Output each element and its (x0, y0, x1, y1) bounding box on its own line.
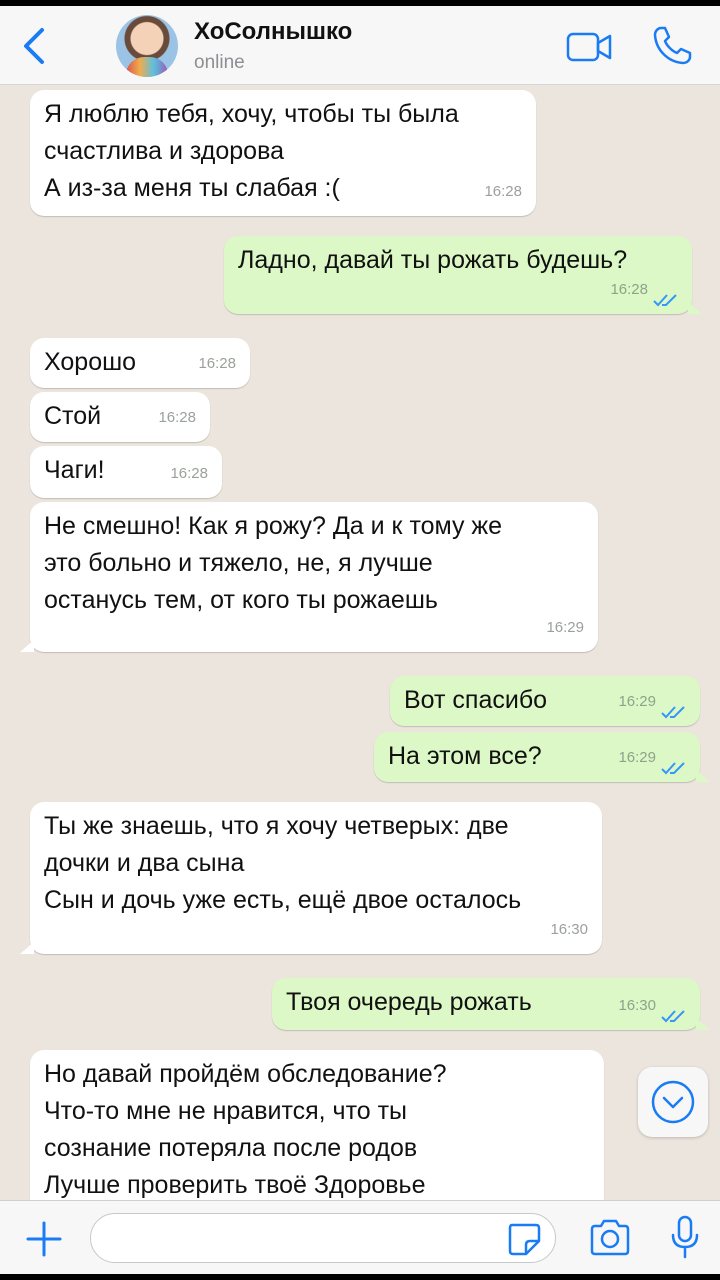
double-check-icon (661, 706, 685, 719)
bubble-tail (696, 1018, 710, 1030)
chevron-down-circle-icon (651, 1080, 695, 1124)
message-list[interactable]: Я люблю тебя, хочу, чтобы ты была счастл… (0, 84, 720, 1200)
video-call-icon (566, 32, 612, 62)
contact-avatar[interactable] (116, 15, 178, 77)
bubble-tail (696, 770, 710, 782)
bubble-tail (688, 302, 702, 314)
contact-status: online (194, 52, 245, 73)
message-text: Я люблю тебя, хочу, чтобы ты была счастл… (44, 100, 459, 202)
message-time: 16:28 (170, 465, 208, 482)
message-bubble-incoming[interactable]: Я люблю тебя, хочу, чтобы ты была счастл… (30, 90, 536, 216)
microphone-icon (671, 1215, 699, 1259)
message-time: 16:29 (546, 619, 584, 636)
message-time: 16:28 (158, 409, 196, 426)
message-text: Ты же знаешь, что я хочу четверых: две д… (44, 812, 522, 914)
message-time: 16:30 (618, 997, 656, 1014)
message-bubble-outgoing[interactable]: Вот спасибо 16:29 (390, 676, 700, 726)
contact-name[interactable]: ХоСолнышко (194, 18, 352, 46)
bubble-tail (20, 640, 34, 652)
message-bubble-incoming[interactable]: Хорошо 16:28 (30, 338, 250, 388)
double-check-icon (661, 762, 685, 775)
microphone-button[interactable] (670, 1215, 700, 1259)
sticker-button[interactable] (506, 1221, 542, 1257)
message-time: 16:28 (610, 281, 648, 298)
message-time: 16:28 (484, 183, 522, 200)
double-check-icon (653, 294, 677, 307)
voice-call-button[interactable] (650, 24, 694, 68)
bubble-tail (20, 942, 34, 954)
chat-screen: ХоСолнышко online Я люблю тебя, хочу, чт… (0, 6, 720, 1274)
video-call-button[interactable] (566, 30, 614, 64)
message-bubble-incoming[interactable]: Ты же знаешь, что я хочу четверых: две д… (20, 802, 602, 954)
camera-button[interactable] (588, 1219, 632, 1257)
message-bubble-incoming[interactable]: Стой 16:28 (30, 392, 210, 442)
message-input[interactable] (90, 1213, 556, 1263)
avatar-shirt (126, 57, 168, 77)
back-button[interactable] (18, 26, 52, 66)
message-bubble-outgoing[interactable]: Ладно, давай ты рожать будешь? 16:28 (224, 236, 702, 314)
message-text: Но давай пройдём обследование? Что-то мн… (44, 1060, 447, 1199)
message-time: 16:29 (618, 749, 656, 766)
message-text: Не смешно! Как я рожу? Да и к тому же эт… (44, 512, 503, 614)
scroll-to-bottom-button[interactable] (638, 1067, 708, 1137)
phone-icon (653, 26, 692, 65)
message-time: 16:29 (618, 693, 656, 710)
message-bubble-incoming[interactable]: Но давай пройдём обследование? Что-то мн… (30, 1050, 604, 1200)
message-bubble-incoming[interactable]: Чаги! 16:28 (30, 446, 222, 498)
plus-icon (26, 1221, 62, 1257)
message-bubble-incoming[interactable]: Не смешно! Как я рожу? Да и к тому же эт… (20, 502, 598, 652)
chat-header: ХоСолнышко online (0, 6, 720, 85)
camera-icon (590, 1219, 630, 1256)
sticker-icon (508, 1223, 541, 1256)
attach-button[interactable] (26, 1221, 62, 1257)
back-chevron-icon (24, 28, 44, 64)
message-time: 16:30 (550, 921, 588, 938)
message-bubble-outgoing[interactable]: На этом все? 16:29 (374, 732, 710, 782)
message-input-bar (0, 1200, 720, 1274)
message-time: 16:28 (198, 355, 236, 372)
double-check-icon (661, 1010, 685, 1023)
message-bubble-outgoing[interactable]: Твоя очередь рожать 16:30 (272, 978, 710, 1030)
